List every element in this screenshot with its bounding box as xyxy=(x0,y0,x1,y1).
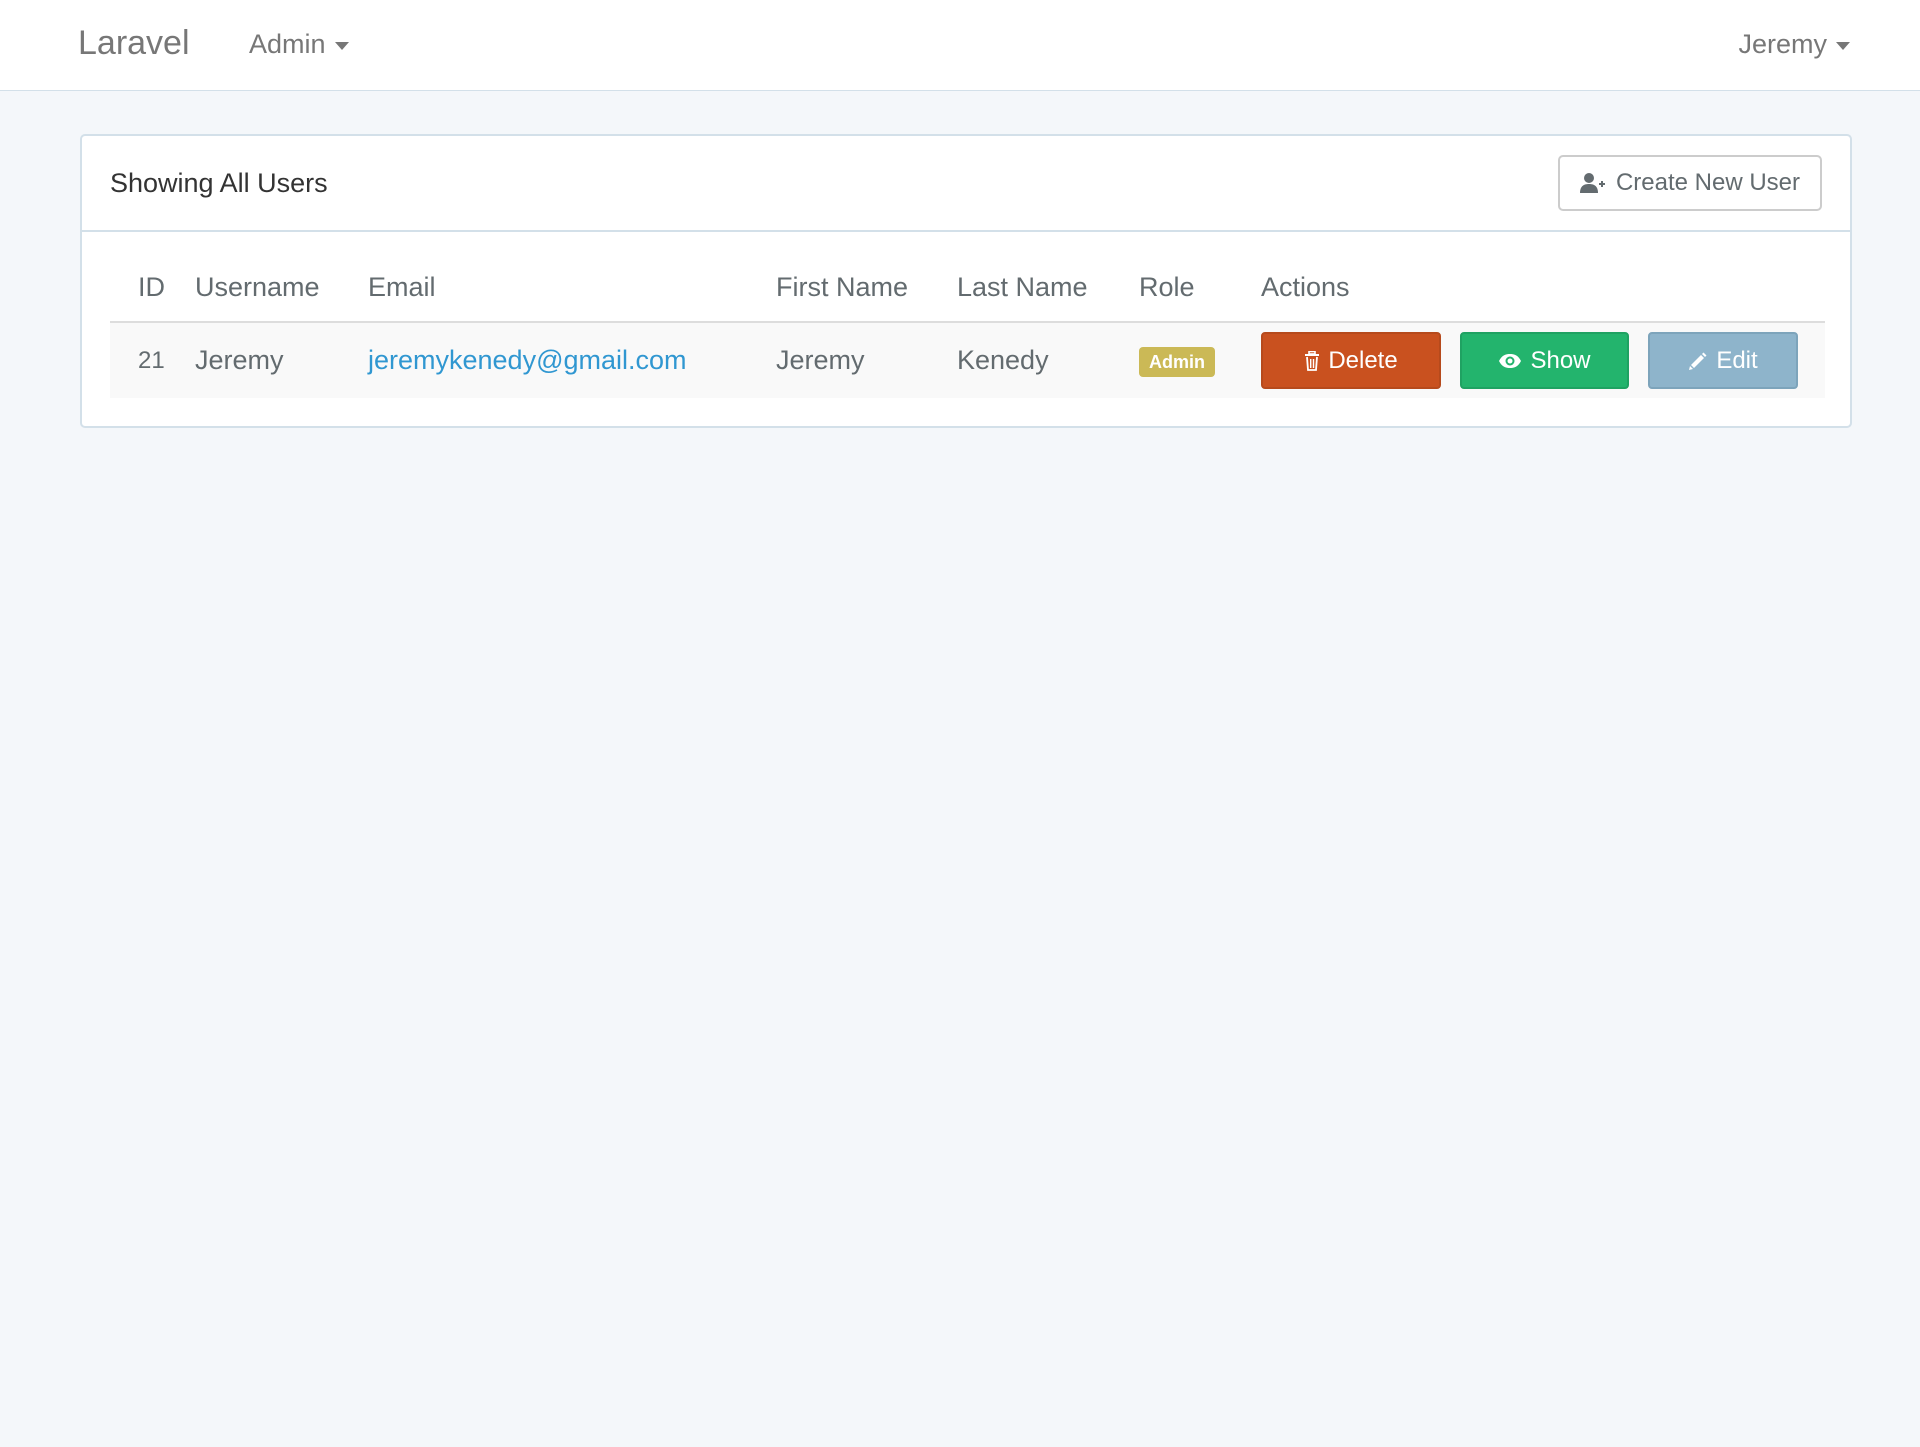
caret-down-icon xyxy=(334,41,349,50)
users-table: ID Username Email First Name Last Name R… xyxy=(110,272,1825,398)
show-user-button[interactable]: Show xyxy=(1460,332,1629,389)
admin-menu-label: Admin xyxy=(249,29,326,59)
delete-label: Delete xyxy=(1328,346,1398,374)
create-new-user-label: Create New User xyxy=(1615,169,1800,196)
cell-actions: Delete Show Edit xyxy=(1261,322,1825,398)
cell-id: 21 xyxy=(110,322,195,398)
email-link[interactable]: jeremykenedy@gmail.com xyxy=(368,345,687,375)
admin-menu-dropdown[interactable]: Admin xyxy=(249,26,349,62)
user-menu-label: Jeremy xyxy=(1738,29,1827,59)
users-panel: Showing All Users Create New User ID Use… xyxy=(80,134,1852,428)
role-badge: Admin xyxy=(1139,347,1215,377)
cell-username: Jeremy xyxy=(195,322,368,398)
delete-user-button[interactable]: Delete xyxy=(1261,332,1441,389)
header-email[interactable]: Email xyxy=(368,272,776,323)
cell-last-name: Kenedy xyxy=(957,322,1139,398)
row-actions: Delete Show Edit xyxy=(1261,332,1825,389)
trash-icon xyxy=(1304,350,1320,371)
header-first-name[interactable]: First Name xyxy=(776,272,957,323)
caret-down-icon xyxy=(1836,41,1850,50)
header-actions: Actions xyxy=(1261,272,1825,323)
cell-email: jeremykenedy@gmail.com xyxy=(368,322,776,398)
header-id[interactable]: ID xyxy=(110,272,195,323)
eye-icon xyxy=(1498,353,1522,369)
edit-label: Edit xyxy=(1716,346,1758,374)
show-label: Show xyxy=(1530,346,1591,374)
cell-role: Admin xyxy=(1139,322,1261,398)
cell-first-name: Jeremy xyxy=(776,322,957,398)
table-row: 21 Jeremy jeremykenedy@gmail.com Jeremy … xyxy=(110,322,1825,398)
header-username[interactable]: Username xyxy=(195,272,368,323)
user-menu-dropdown[interactable]: Jeremy xyxy=(1738,26,1850,62)
table-header-row: ID Username Email First Name Last Name R… xyxy=(110,272,1825,323)
edit-user-button[interactable]: Edit xyxy=(1648,332,1798,389)
header-role[interactable]: Role xyxy=(1139,272,1261,323)
top-navbar: Laravel Admin Jeremy xyxy=(0,0,1920,91)
pencil-icon xyxy=(1688,351,1708,371)
panel-title: Showing All Users xyxy=(110,168,328,198)
header-last-name[interactable]: Last Name xyxy=(957,272,1139,323)
user-plus-icon xyxy=(1579,172,1606,194)
brand-link[interactable]: Laravel xyxy=(78,22,190,64)
panel-heading: Showing All Users Create New User xyxy=(82,136,1850,232)
create-new-user-button[interactable]: Create New User xyxy=(1557,155,1822,211)
